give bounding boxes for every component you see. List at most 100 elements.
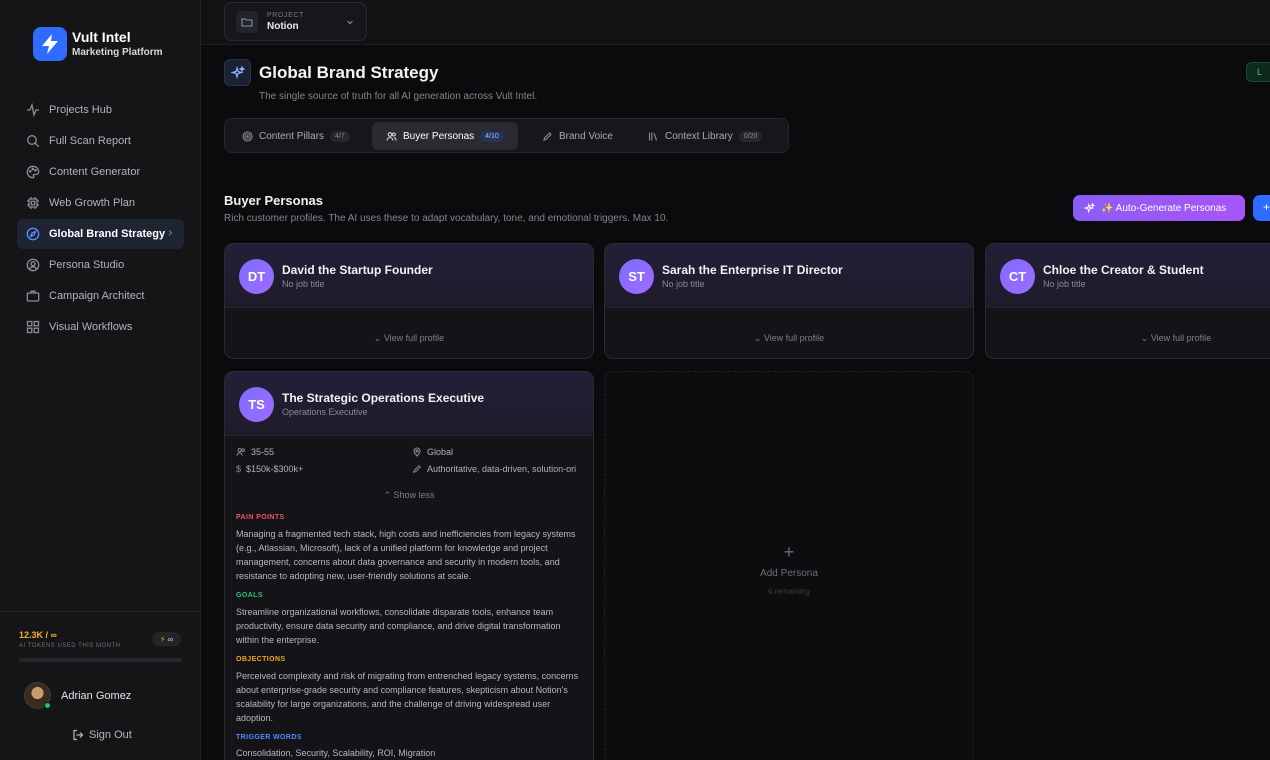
sidebar-item-visual-workflows[interactable]: Visual Workflows: [17, 312, 184, 342]
persona-job-title: No job title: [1043, 279, 1086, 289]
library-icon: [648, 131, 659, 142]
trigger-words-text: Consolidation, Security, Scalability, RO…: [236, 748, 436, 758]
section-title: Buyer Personas: [224, 193, 323, 208]
tab-brand-voice[interactable]: Brand Voice: [528, 122, 627, 150]
add-persona-card[interactable]: + Add Persona 6 remaining: [604, 371, 974, 760]
bolt-icon: ⚡: [159, 634, 166, 644]
persona-card[interactable]: DT David the Startup Founder No job titl…: [224, 243, 594, 359]
sidebar-item-campaign-architect[interactable]: Campaign Architect: [17, 281, 184, 311]
users-icon: [236, 447, 246, 457]
plus-icon: +: [783, 542, 795, 562]
persona-card-header: ST Sarah the Enterprise IT Director No j…: [605, 244, 973, 308]
objections-heading: OBJECTIONS: [236, 656, 286, 663]
persona-name: Sarah the Enterprise IT Director: [662, 263, 843, 277]
sidebar-item-label: Web Growth Plan: [49, 197, 136, 209]
persona-avatar: ST: [619, 259, 654, 294]
add-persona-button[interactable]: +: [1253, 195, 1270, 221]
token-badge-value: ∞: [167, 634, 174, 644]
tab-count: 4/10: [480, 130, 504, 142]
sign-out-button[interactable]: Sign Out: [72, 729, 132, 741]
view-full-profile-button[interactable]: ⌄ View full profile: [605, 333, 973, 344]
persona-card-expanded[interactable]: TS The Strategic Operations Executive Op…: [224, 371, 594, 760]
sidebar-item-label: Full Scan Report: [49, 135, 131, 147]
sidebar-item-label: Global Brand Strategy: [49, 228, 166, 240]
persona-job-title: Operations Executive: [282, 407, 368, 417]
tab-label: Brand Voice: [559, 130, 613, 142]
user-profile[interactable]: Adrian Gomez: [24, 682, 131, 709]
section-subtitle: Rich customer profiles. The AI uses thes…: [224, 213, 669, 224]
sidebar-item-projects-hub[interactable]: Projects Hub: [17, 95, 184, 125]
persona-tone-value: Authoritative, data-driven, solution-ori: [427, 464, 577, 474]
persona-name: The Strategic Operations Executive: [282, 391, 485, 405]
sidebar-item-web-growth-plan[interactable]: Web Growth Plan: [17, 188, 184, 218]
sidebar-item-label: Projects Hub: [49, 104, 112, 116]
view-full-profile-button[interactable]: ⌄ View full profile: [986, 333, 1270, 344]
sidebar-item-label: Visual Workflows: [49, 321, 133, 333]
persona-card-header: TS The Strategic Operations Executive Op…: [225, 372, 593, 436]
view-full-profile-button[interactable]: ⌄ View full profile: [225, 333, 593, 344]
tab-content-pillars[interactable]: Content Pillars 4/7: [228, 122, 364, 150]
strategy-tabs: Content Pillars 4/7 Buyer Personas 4/10 …: [224, 118, 789, 153]
token-usage-label: AI TOKENS USED THIS MONTH: [19, 643, 121, 649]
sidebar-item-persona-studio[interactable]: Persona Studio: [17, 250, 184, 280]
persona-tone: Authoritative, data-driven, solution-ori: [412, 464, 582, 474]
pain-points-heading: PAIN POINTS: [236, 514, 285, 521]
token-usage-value: 12.3K / ∞: [19, 630, 57, 640]
project-selector[interactable]: PROJECT Notion: [224, 2, 367, 41]
persona-avatar: CT: [1000, 259, 1035, 294]
avatar: [24, 682, 51, 709]
dollar-icon: $: [236, 464, 242, 474]
chevron-right-icon: [166, 229, 174, 237]
grid-icon: [26, 320, 40, 334]
sparkles-icon: [1084, 202, 1095, 214]
target-icon: [242, 130, 253, 142]
tab-context-library[interactable]: Context Library 0/20: [634, 122, 776, 150]
persona-avatar: DT: [239, 259, 274, 294]
briefcase-icon: [26, 289, 40, 303]
tab-buyer-personas[interactable]: Buyer Personas 4/10: [372, 122, 518, 150]
view-profile-label: View full profile: [383, 333, 445, 343]
persona-location: Global: [412, 447, 453, 457]
activity-icon: [26, 103, 40, 117]
tab-label: Context Library: [665, 130, 733, 142]
search-icon: [26, 134, 40, 148]
persona-income: $ $150k-$300k+: [236, 464, 303, 474]
page-subtitle: The single source of truth for all AI ge…: [259, 91, 538, 102]
view-profile-label: View full profile: [1150, 333, 1212, 343]
trigger-words-heading: TRIGGER WORDS: [236, 734, 302, 741]
top-bar: PROJECT Notion: [201, 0, 1270, 45]
sidebar-item-label: Campaign Architect: [49, 290, 145, 302]
sidebar-item-content-generator[interactable]: Content Generator: [17, 157, 184, 187]
project-label: PROJECT: [267, 11, 304, 19]
sign-out-label: Sign Out: [89, 729, 132, 741]
user-circle-icon: [26, 258, 40, 272]
sidebar-item-global-brand-strategy[interactable]: Global Brand Strategy: [17, 219, 184, 249]
sidebar-item-full-scan-report[interactable]: Full Scan Report: [17, 126, 184, 156]
page-title: Global Brand Strategy: [259, 63, 439, 82]
app-logo[interactable]: Vult Intel Marketing Platform: [33, 27, 163, 61]
chevron-down-icon: [346, 18, 354, 26]
auto-generate-personas-button[interactable]: ✨ Auto-Generate Personas: [1073, 195, 1245, 221]
persona-card[interactable]: CT Chloe the Creator & Student No job ti…: [985, 243, 1270, 359]
persona-name: Chloe the Creator & Student: [1043, 263, 1204, 277]
palette-icon: [26, 165, 40, 179]
auto-generate-label: ✨ Auto-Generate Personas: [1101, 202, 1227, 214]
sidebar-item-label: Persona Studio: [49, 259, 125, 271]
persona-card-header: DT David the Startup Founder No job titl…: [225, 244, 593, 308]
objections-text: Perceived complexity and risk of migrati…: [236, 671, 579, 723]
show-less-label: Show less: [393, 490, 435, 500]
persona-avatar: TS: [239, 387, 274, 422]
tab-label: Buyer Personas: [403, 130, 475, 142]
persona-card[interactable]: ST Sarah the Enterprise IT Director No j…: [604, 243, 974, 359]
token-badge: ⚡ ∞: [152, 632, 181, 646]
show-less-button[interactable]: ⌃ Show less: [225, 490, 593, 501]
sidebar-footer: 12.3K / ∞ AI TOKENS USED THIS MONTH ⚡ ∞ …: [0, 611, 200, 760]
users-icon: [386, 131, 397, 142]
compass-icon: [26, 227, 40, 241]
project-value: Notion: [267, 20, 299, 32]
app-subtitle: Marketing Platform: [72, 47, 163, 58]
map-pin-icon: [412, 447, 422, 457]
persona-name: David the Startup Founder: [282, 263, 433, 277]
tab-count: 0/20: [738, 130, 763, 142]
sidebar-nav: Projects Hub Full Scan Report Content Ge…: [17, 95, 184, 343]
